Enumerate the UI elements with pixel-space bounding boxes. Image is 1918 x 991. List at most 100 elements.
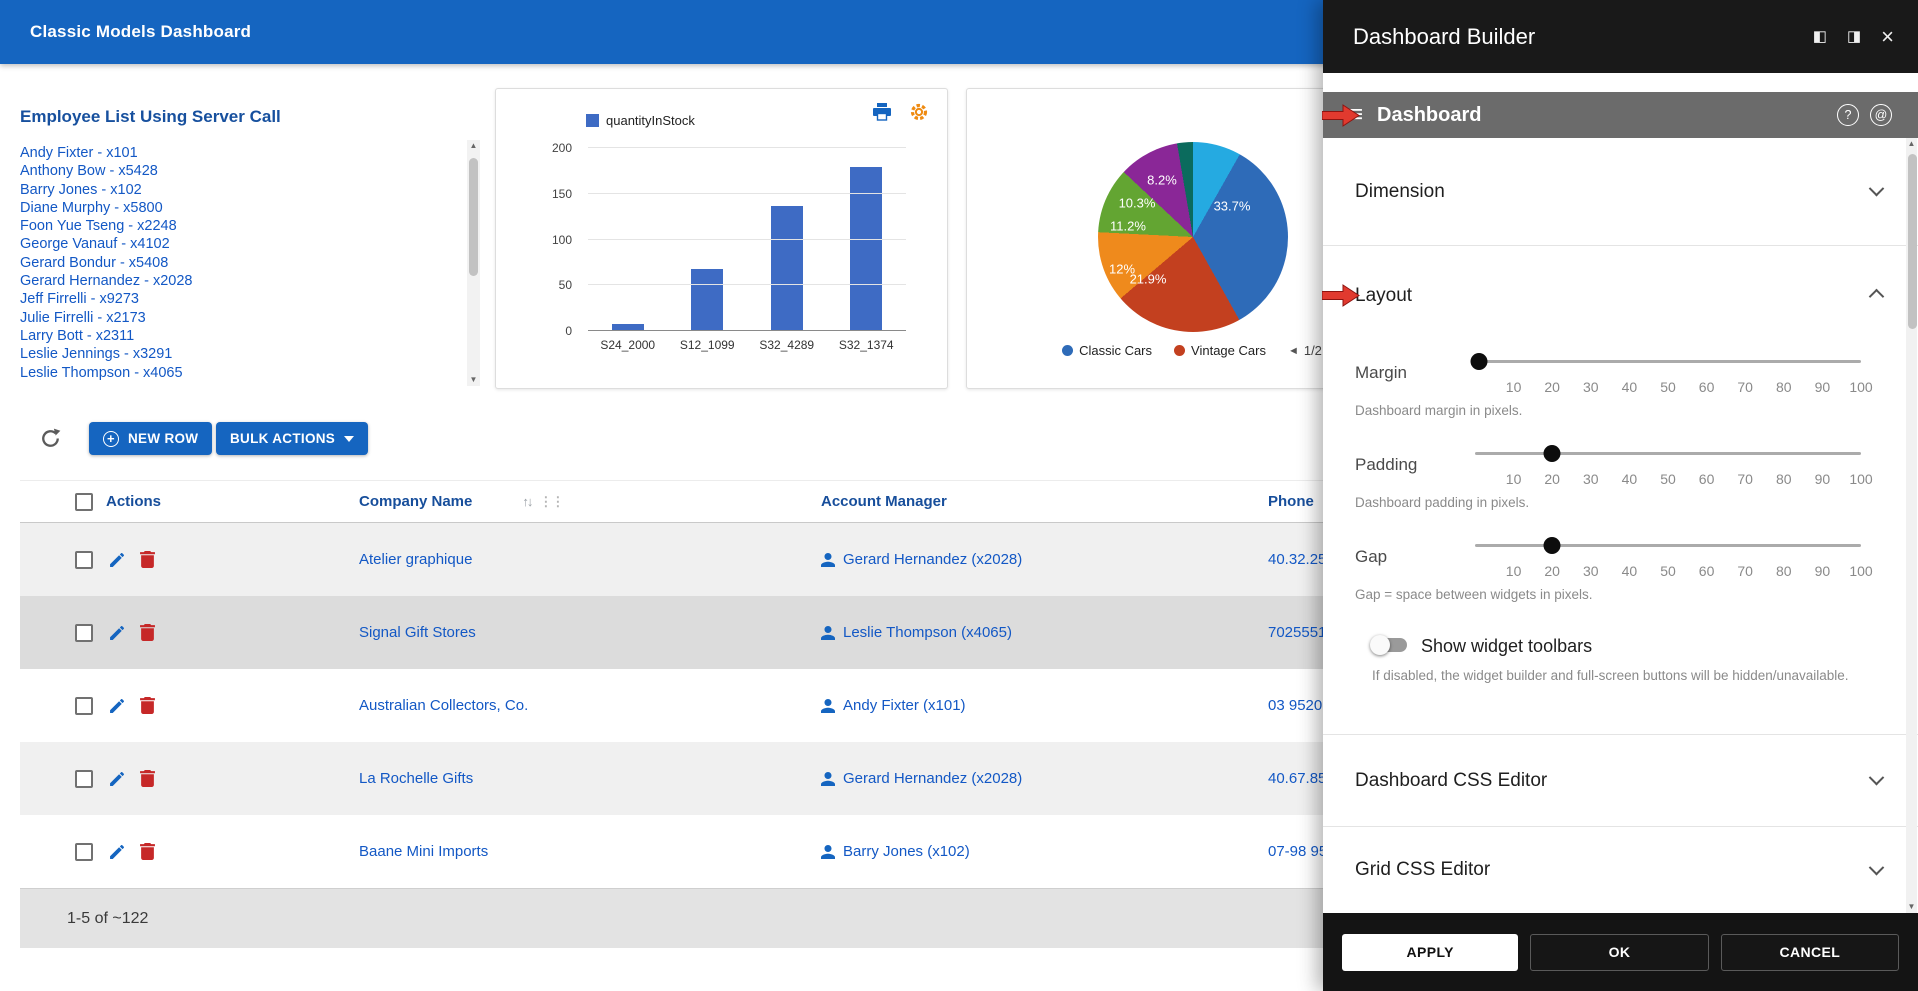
employee-link[interactable]: Leslie Jennings - x3291 <box>20 345 448 363</box>
tick-label: 70 <box>1737 563 1753 579</box>
edit-icon[interactable] <box>109 843 126 860</box>
company-link[interactable]: Atelier graphique <box>359 551 472 568</box>
slider-track[interactable] <box>1475 360 1861 363</box>
chevron-left-icon[interactable]: ◄ <box>1288 345 1299 357</box>
screen: Classic Models Dashboard Employee List U… <box>0 0 1918 991</box>
tick-label: 40 <box>1622 563 1638 579</box>
builder-dashboard-bar[interactable]: ≡ Dashboard ? @ <box>1323 92 1918 138</box>
manager-link[interactable]: Barry Jones (x102) <box>843 843 970 860</box>
scroll-up-icon[interactable]: ▲ <box>467 140 480 152</box>
about-icon[interactable]: @ <box>1870 104 1892 126</box>
slider-track[interactable] <box>1475 452 1861 455</box>
tick-label: 70 <box>1737 471 1753 487</box>
accordion-dashboard-css-editor[interactable]: Dashboard CSS Editor <box>1323 734 1918 826</box>
dock-left-icon[interactable]: ◧ <box>1813 29 1827 44</box>
scroll-down-icon[interactable]: ▼ <box>467 374 480 386</box>
layout-sliders: Margin102030405060708090100Dashboard mar… <box>1323 346 1918 622</box>
ok-button[interactable]: OK <box>1530 934 1708 971</box>
legend-item[interactable]: Classic Cars <box>1062 343 1152 358</box>
manager-link[interactable]: Andy Fixter (x101) <box>843 697 966 714</box>
row-checkbox[interactable] <box>75 624 93 642</box>
delete-icon[interactable] <box>140 624 155 641</box>
tick-label: 70 <box>1737 379 1753 395</box>
padding-slider-thumb[interactable] <box>1544 445 1561 462</box>
company-link[interactable]: La Rochelle Gifts <box>359 770 473 787</box>
refresh-icon[interactable] <box>40 428 61 449</box>
employee-link[interactable]: Gerard Hernandez - x2028 <box>20 272 448 290</box>
employee-link[interactable]: Barry Jones - x102 <box>20 181 448 199</box>
column-header-manager[interactable]: Account Manager <box>821 493 947 510</box>
close-icon[interactable]: × <box>1881 26 1894 48</box>
show-widget-toolbars-toggle[interactable] <box>1371 635 1407 655</box>
employee-link[interactable]: George Vanauf - x4102 <box>20 235 448 253</box>
dock-right-icon[interactable]: ◨ <box>1847 29 1861 44</box>
print-icon[interactable] <box>872 103 892 121</box>
person-icon <box>821 626 835 640</box>
new-row-button[interactable]: + NEW ROW <box>89 422 212 455</box>
gridline <box>588 284 906 285</box>
accordion-layout[interactable]: Layout <box>1323 246 1918 346</box>
delete-icon[interactable] <box>140 697 155 714</box>
employee-link[interactable]: Jeff Firrelli - x9273 <box>20 290 448 308</box>
employee-link[interactable]: Julie Firrelli - x2173 <box>20 309 448 327</box>
employee-link[interactable]: Anthony Bow - x5428 <box>20 162 448 180</box>
bulk-actions-button[interactable]: BULK ACTIONS <box>216 422 368 455</box>
row-checkbox[interactable] <box>75 697 93 715</box>
gridline <box>588 330 906 331</box>
gap-slider-thumb[interactable] <box>1544 537 1561 554</box>
hamburger-icon[interactable]: ≡ <box>1349 103 1363 127</box>
employee-link[interactable]: Foon Yue Tseng - x2248 <box>20 217 448 235</box>
company-link[interactable]: Baane Mini Imports <box>359 843 488 860</box>
company-link[interactable]: Australian Collectors, Co. <box>359 697 528 714</box>
legend-page-label: 1/2 <box>1304 343 1322 358</box>
accordion-dimension[interactable]: Dimension <box>1323 138 1918 246</box>
margin-slider-group: Margin102030405060708090100Dashboard mar… <box>1323 346 1918 438</box>
gear-icon[interactable] <box>909 102 929 122</box>
legend-item[interactable]: Vintage Cars <box>1174 343 1266 358</box>
cancel-button[interactable]: CANCEL <box>1721 934 1899 971</box>
delete-icon[interactable] <box>140 770 155 787</box>
employee-link[interactable]: Diane Murphy - x5800 <box>20 199 448 217</box>
tick-label: 20 <box>1544 471 1560 487</box>
employee-link[interactable]: Gerard Bondur - x5408 <box>20 254 448 272</box>
tick-label: 60 <box>1699 379 1715 395</box>
edit-icon[interactable] <box>109 697 126 714</box>
manager-link[interactable]: Gerard Hernandez (x2028) <box>843 770 1022 787</box>
apply-button[interactable]: APPLY <box>1342 934 1518 971</box>
manager-link[interactable]: Leslie Thompson (x4065) <box>843 624 1012 641</box>
employee-list-scrollbar[interactable]: ▲ ▼ <box>467 140 480 386</box>
scrollbar-thumb[interactable] <box>1908 154 1917 329</box>
edit-icon[interactable] <box>109 551 126 568</box>
cell-manager: Gerard Hernandez (x2028) <box>817 551 1264 568</box>
help-icon[interactable]: ? <box>1837 104 1859 126</box>
sort-icon[interactable]: ↑↓ <box>522 494 531 509</box>
scrollbar-thumb[interactable] <box>469 158 478 276</box>
slider-track[interactable] <box>1475 544 1861 547</box>
margin-slider-thumb[interactable] <box>1470 353 1487 370</box>
builder-scrollbar[interactable]: ▲ ▼ <box>1906 138 1917 913</box>
manager-link[interactable]: Gerard Hernandez (x2028) <box>843 551 1022 568</box>
column-header-phone[interactable]: Phone <box>1268 493 1314 510</box>
pie-slice-label: 11.2% <box>1110 219 1146 234</box>
employee-link[interactable]: Andy Fixter - x101 <box>20 144 448 162</box>
employee-link[interactable]: Larry Bott - x2311 <box>20 327 448 345</box>
accordion-grid-css-editor[interactable]: Grid CSS Editor <box>1323 826 1918 913</box>
slider-ticks: 102030405060708090100 <box>1475 379 1861 395</box>
column-header-company[interactable]: Company Name <box>359 493 472 510</box>
pie-slice-label: 8.2% <box>1147 173 1177 188</box>
edit-icon[interactable] <box>109 624 126 641</box>
scroll-down-icon[interactable]: ▼ <box>1906 901 1917 913</box>
row-checkbox[interactable] <box>75 551 93 569</box>
company-link[interactable]: Signal Gift Stores <box>359 624 476 641</box>
bar-chart-legend[interactable]: quantityInStock <box>586 113 695 128</box>
delete-icon[interactable] <box>140 843 155 860</box>
tick-label: 30 <box>1583 563 1599 579</box>
scroll-up-icon[interactable]: ▲ <box>1906 138 1917 150</box>
edit-icon[interactable] <box>109 770 126 787</box>
drag-handle-icon[interactable]: ⋮⋮ <box>539 494 563 510</box>
row-checkbox[interactable] <box>75 843 93 861</box>
delete-icon[interactable] <box>140 551 155 568</box>
select-all-checkbox[interactable] <box>75 493 93 511</box>
row-checkbox[interactable] <box>75 770 93 788</box>
employee-link[interactable]: Leslie Thompson - x4065 <box>20 364 448 382</box>
